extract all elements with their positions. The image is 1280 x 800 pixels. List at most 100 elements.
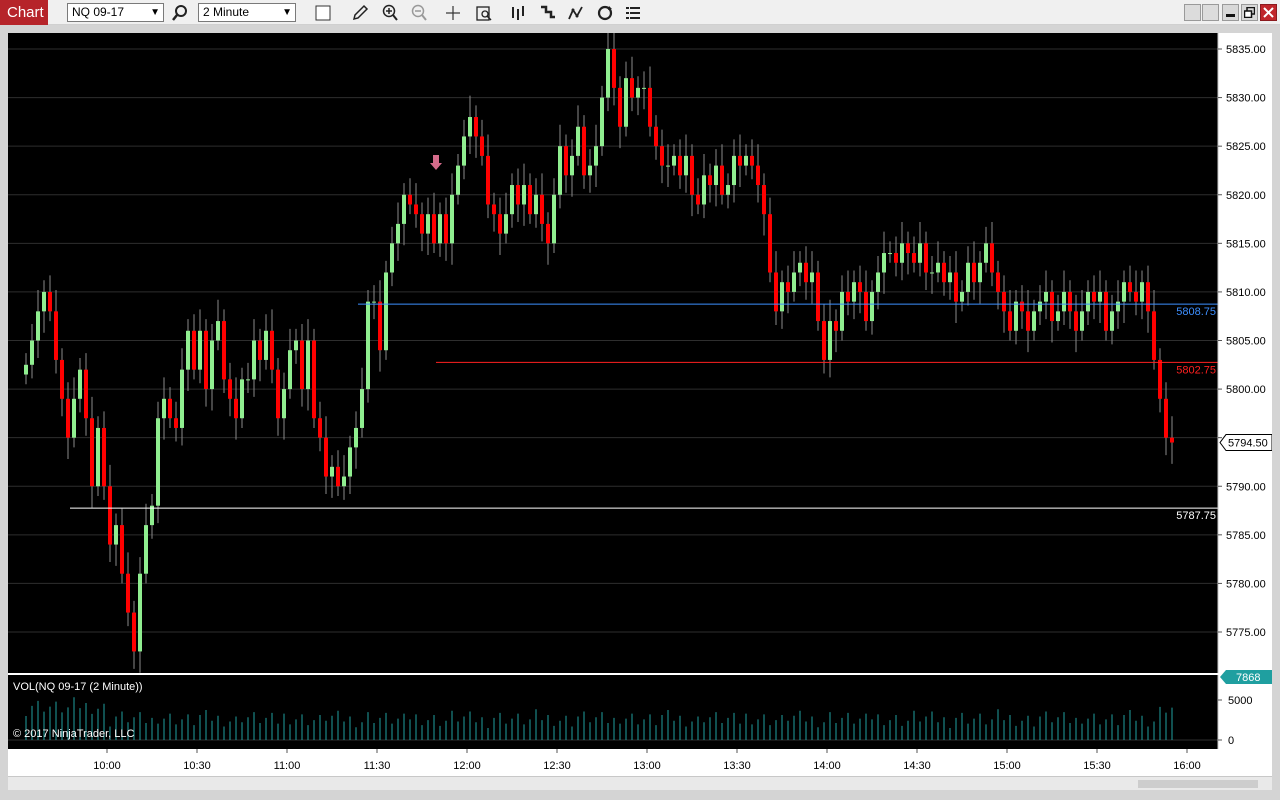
candle (858, 265, 862, 314)
candle-body (756, 165, 760, 186)
candle (882, 231, 886, 294)
candle-body (972, 262, 976, 283)
candle-body (324, 437, 328, 477)
candle-body (1038, 301, 1042, 312)
candle (1092, 275, 1096, 320)
candle-body (276, 369, 280, 419)
candle (360, 367, 364, 438)
horizontal-scrollbar[interactable] (8, 776, 1272, 790)
candle-body (102, 427, 106, 487)
candle (552, 178, 556, 254)
window-button-1[interactable] (1184, 4, 1201, 21)
search-icon[interactable] (170, 3, 190, 22)
pencil-icon[interactable] (350, 3, 370, 22)
price-chart: 5808.75 5802.75 5787.75 5835.00 5830.00 5825… (8, 27, 1273, 776)
candle (30, 323, 34, 379)
candle-body (726, 185, 730, 195)
candle-body (552, 194, 556, 244)
candle-body (822, 321, 826, 360)
candle (312, 328, 316, 428)
chart-area[interactable]: 5808.75 5802.75 5787.75 5835.00 5830.00 5825… (8, 27, 1273, 790)
candle-body (1098, 291, 1102, 302)
candle (162, 377, 166, 440)
candle (1008, 289, 1012, 341)
candle-body (558, 146, 562, 195)
y-tick-label: 5785.00 (1226, 530, 1266, 542)
candle-body (294, 340, 298, 351)
candle (66, 382, 70, 460)
candle (690, 144, 694, 217)
candle-body (576, 126, 580, 156)
candle-body (402, 194, 406, 224)
candle (888, 241, 892, 263)
maximize-icon[interactable] (1241, 4, 1258, 21)
candle-body (222, 321, 226, 380)
instrument-selector[interactable]: NQ 09-17 ▼ (67, 3, 164, 22)
candle (372, 285, 376, 320)
candle-body (228, 379, 232, 399)
x-tick-label: 11:30 (364, 760, 391, 772)
candle-body (396, 223, 400, 244)
candle-body (438, 214, 442, 244)
zoom-out-icon[interactable] (409, 3, 429, 22)
candle (42, 280, 46, 333)
refresh-icon[interactable] (595, 3, 615, 22)
candle (228, 362, 232, 417)
window-button-2[interactable] (1202, 4, 1219, 21)
y-tick-label: 5820.00 (1226, 190, 1266, 202)
candle (726, 173, 730, 209)
candle-body (1044, 291, 1048, 302)
candle (702, 153, 706, 219)
candle (222, 309, 226, 393)
scrollbar-thumb[interactable] (1138, 780, 1258, 788)
candle (132, 600, 136, 669)
price-axis[interactable]: 5835.00 5830.00 5825.00 5820.00 5815.00 5810.… (1217, 33, 1273, 749)
candle (948, 255, 952, 300)
indicators-icon[interactable] (566, 3, 586, 22)
close-icon[interactable] (1260, 4, 1277, 21)
candle-body (30, 340, 34, 365)
candle-body (714, 165, 718, 186)
square-icon[interactable] (313, 3, 333, 22)
candle (1098, 270, 1102, 324)
x-tick-label: 12:00 (453, 760, 481, 772)
candle-body (792, 272, 796, 292)
interval-selector[interactable]: 2 Minute ▼ (198, 3, 296, 22)
candle-body (258, 340, 262, 360)
candle (168, 387, 172, 428)
candle-body (348, 447, 352, 477)
candle (936, 241, 940, 283)
zoom-in-icon[interactable] (380, 3, 400, 22)
candle (264, 314, 268, 370)
candle-body (840, 291, 844, 331)
crosshair-icon[interactable] (443, 3, 463, 22)
candle (144, 503, 148, 584)
candle (816, 260, 820, 331)
candle-body (888, 253, 892, 255)
candle-body (678, 155, 682, 176)
strategies-icon[interactable] (538, 3, 558, 22)
candle-body (504, 214, 508, 234)
candle-body (522, 185, 526, 205)
candle (48, 275, 52, 322)
data-box-icon[interactable] (474, 3, 494, 22)
minimize-icon[interactable] (1222, 4, 1239, 21)
candle (846, 270, 850, 316)
candle-body (336, 466, 340, 487)
bars-icon[interactable] (508, 3, 528, 22)
candle-body (462, 136, 466, 166)
time-axis[interactable]: 10:00 10:30 11:00 11:30 12:00 12:30 13:00 13:30… (8, 749, 1272, 776)
x-tick-label: 14:30 (903, 760, 931, 772)
candle (150, 494, 154, 539)
candle (1050, 280, 1054, 343)
candle (486, 134, 490, 219)
candle-body (672, 155, 676, 166)
chart-tab[interactable]: Chart (0, 0, 48, 25)
candle (990, 221, 994, 287)
volume-panel: VOL(NQ 09-17 (2 Minute)) 5000 0 7868 © 2017 … (8, 670, 1272, 747)
candle (894, 236, 898, 277)
candle-body (894, 253, 898, 263)
properties-icon[interactable] (623, 3, 643, 22)
candle (1170, 416, 1174, 464)
candle (654, 115, 658, 160)
